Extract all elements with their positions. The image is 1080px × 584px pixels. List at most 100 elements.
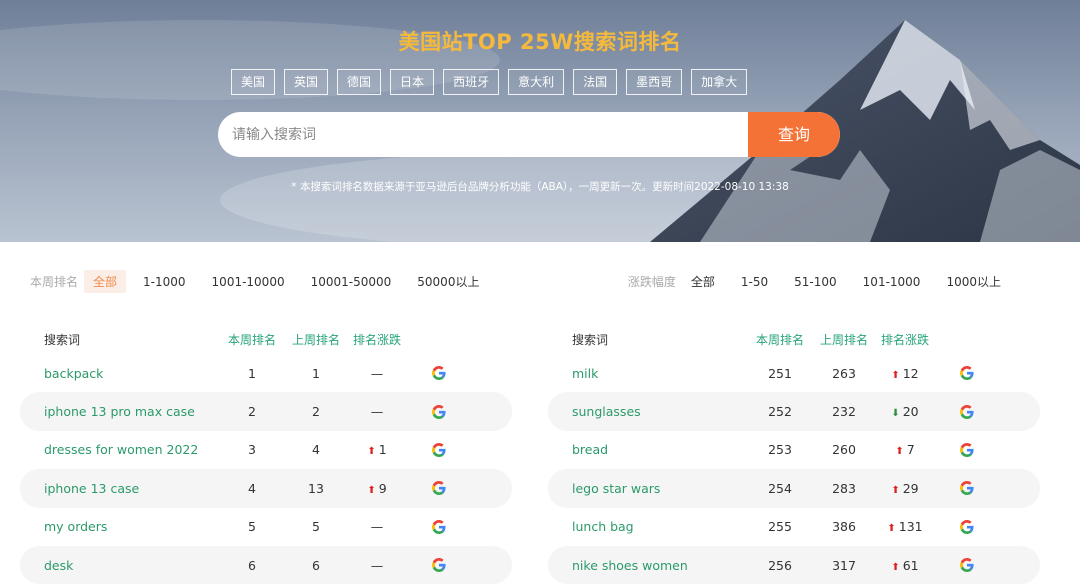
- current-rank: 255: [768, 519, 792, 535]
- current-rank: 253: [768, 442, 792, 458]
- country-tag-uk[interactable]: 英国: [284, 69, 329, 95]
- rank-change-value: —: [370, 519, 384, 535]
- country-tag-fr[interactable]: 法国: [573, 69, 618, 95]
- previous-rank: 13: [308, 480, 324, 496]
- arrow-up-icon: ⬆: [887, 523, 896, 535]
- keyword-link[interactable]: lego star wars: [572, 481, 660, 496]
- keyword-link[interactable]: iphone 13 case: [44, 481, 139, 496]
- country-tag-de[interactable]: 德国: [337, 69, 382, 95]
- rank-change: ⬇ 20: [860, 404, 950, 419]
- table-row: nike shoes women 256 317 ⬆ 61: [548, 545, 1040, 584]
- google-icon[interactable]: [432, 442, 446, 457]
- table-row: milk 251 263 ⬆ 12: [548, 354, 1040, 392]
- table-row: desk 6 6 —: [20, 545, 512, 584]
- previous-rank: 5: [312, 519, 320, 535]
- previous-rank: 2: [312, 404, 320, 420]
- header-rank-change: 排名涨跌: [880, 332, 929, 347]
- country-tag-mx[interactable]: 墨西哥: [626, 69, 683, 95]
- keyword-link[interactable]: sunglasses: [572, 404, 641, 419]
- keyword-link[interactable]: my orders: [44, 519, 107, 534]
- country-selector: 美国 英国 德国 日本 西班牙 意大利 法国 墨西哥 加拿大: [231, 69, 748, 95]
- keyword-link[interactable]: iphone 13 pro max case: [44, 404, 195, 419]
- arrow-up-icon: ⬆: [367, 484, 376, 496]
- keyword-link[interactable]: backpack: [44, 366, 103, 381]
- previous-rank: 260: [832, 442, 856, 458]
- previous-rank: 232: [832, 404, 856, 420]
- previous-rank: 4: [312, 442, 320, 458]
- country-tag-jp[interactable]: 日本: [390, 69, 435, 95]
- header-keyword: 搜索词: [572, 332, 609, 347]
- keyword-link[interactable]: dresses for women 2022: [44, 442, 198, 457]
- rank-change-value: —: [370, 365, 384, 381]
- google-icon[interactable]: [432, 558, 446, 573]
- hero-banner: 美国站TOP 25W搜索词排名 美国 英国 德国 日本 西班牙 意大利 法国 墨…: [0, 0, 1080, 242]
- rank-change: —: [332, 519, 422, 534]
- rank-filter-all[interactable]: 全部: [84, 270, 127, 293]
- google-icon[interactable]: [432, 519, 446, 534]
- rank-change: ⬆ 12: [860, 366, 950, 381]
- google-icon[interactable]: [960, 558, 974, 573]
- rank-filter-1001-10000[interactable]: 1001-10000: [203, 272, 294, 292]
- ranking-table-right: 搜索词 本周排名 上周排名 排名涨跌 milk 251 263 ⬆ 12 sunglass…: [548, 324, 1040, 584]
- keyword-link[interactable]: milk: [572, 366, 598, 381]
- keyword-link[interactable]: desk: [44, 558, 73, 573]
- current-rank: 1: [248, 365, 256, 381]
- change-filter-1000-plus[interactable]: 1000以上: [937, 270, 1010, 293]
- header-rank-change: 排名涨跌: [352, 332, 401, 347]
- rank-filter-50000-plus[interactable]: 50000以上: [408, 270, 488, 293]
- previous-rank: 283: [832, 480, 856, 496]
- current-rank: 254: [768, 480, 792, 496]
- google-icon[interactable]: [432, 481, 446, 496]
- change-filter-101-1000[interactable]: 101-1000: [854, 272, 930, 292]
- rank-filter-label: 本周排名: [30, 275, 79, 289]
- table-row: dresses for women 2022 3 4 ⬆ 1: [20, 431, 512, 469]
- search-input[interactable]: [218, 112, 748, 157]
- country-tag-us[interactable]: 美国: [231, 69, 276, 95]
- google-icon[interactable]: [960, 481, 974, 496]
- rank-filter: 本周排名 全部 1-1000 1001-10000 10001-50000 50…: [30, 270, 496, 293]
- google-icon[interactable]: [432, 366, 446, 381]
- keyword-link[interactable]: bread: [572, 442, 608, 457]
- rank-change-value: 20: [902, 404, 919, 420]
- change-filter-51-100[interactable]: 51-100: [785, 272, 846, 292]
- country-tag-it[interactable]: 意大利: [508, 69, 565, 95]
- rank-change: —: [332, 366, 422, 381]
- rank-change-value: —: [370, 557, 384, 573]
- country-tag-ca[interactable]: 加拿大: [691, 69, 748, 95]
- google-icon[interactable]: [960, 519, 974, 534]
- rank-change: ⬆ 131: [860, 519, 950, 534]
- rank-filter-1-1000[interactable]: 1-1000: [134, 272, 195, 292]
- google-icon[interactable]: [960, 404, 974, 419]
- table-row: lunch bag 255 386 ⬆ 131: [548, 508, 1040, 546]
- table-row: backpack 1 1 —: [20, 354, 512, 392]
- change-filter-all[interactable]: 全部: [682, 270, 724, 293]
- table-row: my orders 5 5 —: [20, 508, 512, 546]
- rank-change: —: [332, 558, 422, 573]
- rank-filter-10001-50000[interactable]: 10001-50000: [302, 272, 401, 292]
- search-bar: 查询: [218, 112, 840, 157]
- table-header: 搜索词 本周排名 上周排名 排名涨跌: [548, 324, 1040, 354]
- search-button[interactable]: 查询: [748, 112, 840, 157]
- arrow-up-icon: ⬆: [895, 446, 904, 458]
- rank-change: ⬆ 9: [332, 481, 422, 496]
- rank-change-value: 29: [902, 480, 919, 496]
- change-filter-1-50[interactable]: 1-50: [732, 272, 777, 292]
- arrow-up-icon: ⬆: [891, 561, 900, 573]
- header-current-rank: 本周排名: [227, 332, 276, 347]
- previous-rank: 317: [832, 557, 856, 573]
- country-tag-es[interactable]: 西班牙: [443, 69, 500, 95]
- current-rank: 256: [768, 557, 792, 573]
- google-icon[interactable]: [960, 442, 974, 457]
- rank-change: ⬆ 7: [860, 442, 950, 457]
- table-header: 搜索词 本周排名 上周排名 排名涨跌: [20, 324, 512, 354]
- keyword-link[interactable]: lunch bag: [572, 519, 634, 534]
- keyword-link[interactable]: nike shoes women: [572, 558, 688, 573]
- change-filter-label: 涨跌幅度: [627, 275, 676, 289]
- current-rank: 252: [768, 404, 792, 420]
- rank-change-value: 7: [906, 442, 915, 458]
- table-row: sunglasses 252 232 ⬇ 20: [548, 392, 1040, 431]
- arrow-down-icon: ⬇: [891, 408, 900, 420]
- google-icon[interactable]: [960, 366, 974, 381]
- google-icon[interactable]: [432, 404, 446, 419]
- rank-change-value: —: [370, 404, 384, 420]
